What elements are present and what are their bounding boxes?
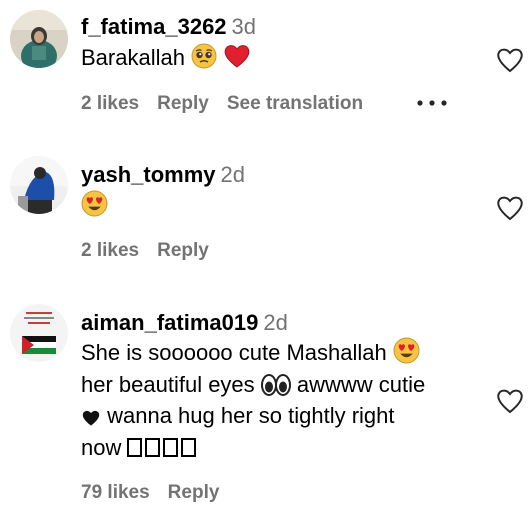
username[interactable]: f_fatima_3262 <box>81 14 227 39</box>
reply-button[interactable]: Reply <box>168 482 220 503</box>
comment-line: She is soooooo cute Mashallah <box>81 337 501 369</box>
heart-eyes-emoji <box>81 190 108 217</box>
comment-text-part: awwww cutie <box>290 371 426 397</box>
comment-text: Barakallah <box>81 42 481 74</box>
comment-line: her beautiful eyes awwww cutie <box>81 369 501 401</box>
black-heart-emoji <box>81 409 101 427</box>
username[interactable]: aiman_fatima019 <box>81 310 258 335</box>
comment-text-part: now <box>81 434 128 460</box>
comment-text-part: She is soooooo cute Mashallah <box>81 340 393 365</box>
comment-line: wanna hug her so tightly right <box>81 400 501 432</box>
comment-actions: 2 likes Reply See translation <box>81 92 363 116</box>
comment-actions: 79 likes Reply <box>81 481 219 505</box>
like-heart-icon[interactable] <box>495 387 525 415</box>
comment-text <box>81 190 481 222</box>
comment-text: She is soooooo cute Mashallah her beauti… <box>81 337 501 463</box>
likes-count[interactable]: 79 likes <box>81 482 150 503</box>
comment-line: now <box>81 432 501 464</box>
avatar-image <box>10 304 68 362</box>
comment-header: aiman_fatima019 2d <box>81 310 288 336</box>
avatar-image <box>10 10 68 68</box>
reply-button[interactable]: Reply <box>157 93 209 114</box>
unsupported-glyph-boxes <box>127 435 199 460</box>
see-translation-button[interactable]: See translation <box>227 93 363 114</box>
reply-button[interactable]: Reply <box>157 240 209 261</box>
like-heart-icon[interactable] <box>495 46 525 74</box>
username[interactable]: yash_tommy <box>81 162 216 187</box>
avatar[interactable] <box>10 156 68 214</box>
heart-eyes-emoji <box>393 337 420 364</box>
like-heart-icon[interactable] <box>495 194 525 222</box>
avatar[interactable] <box>10 10 68 68</box>
timestamp[interactable]: 3d <box>232 14 256 39</box>
comment-text-part: wanna hug her so tightly right <box>101 403 395 428</box>
eyes-emoji <box>260 373 291 396</box>
timestamp[interactable]: 2d <box>221 162 245 187</box>
comment-header: yash_tommy 2d <box>81 162 245 188</box>
likes-count[interactable]: 2 likes <box>81 93 139 114</box>
avatar-image <box>10 156 68 214</box>
comment-actions: 2 likes Reply <box>81 239 209 263</box>
likes-count[interactable]: 2 likes <box>81 240 139 261</box>
timestamp[interactable]: 2d <box>263 310 287 335</box>
comment-text-part: Barakallah <box>81 45 185 70</box>
more-options-icon[interactable] <box>414 98 450 108</box>
comment-text-part: her beautiful eyes <box>81 371 261 397</box>
pleading-face-emoji <box>191 43 217 69</box>
red-heart-emoji <box>223 43 251 69</box>
comment-header: f_fatima_3262 3d <box>81 14 256 40</box>
avatar[interactable] <box>10 304 68 362</box>
